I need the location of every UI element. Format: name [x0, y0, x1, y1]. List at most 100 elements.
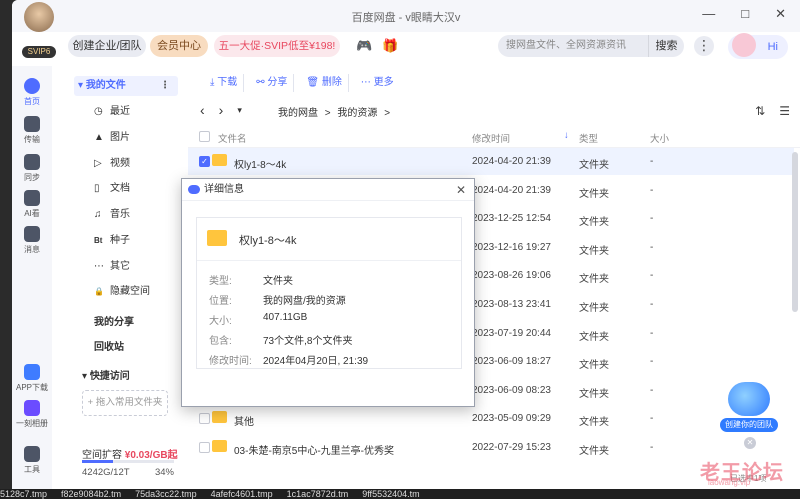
taskbar-item[interactable]: 9ff5532404.tm — [362, 489, 419, 499]
search-button[interactable]: 搜索 — [648, 35, 684, 57]
close-button[interactable]: ✕ — [775, 6, 786, 22]
row-checkbox[interactable] — [199, 413, 210, 425]
row-checkbox[interactable] — [199, 442, 210, 453]
search-placeholder: 搜网盘文件、全网资源资讯 — [506, 40, 626, 51]
taskbar-item[interactable]: 1c1ac7872d.tm — [287, 489, 349, 499]
close-icon[interactable]: ✕ — [456, 179, 466, 201]
create-team-promo[interactable]: 创建你的团队 — [720, 382, 778, 434]
rail-item-message[interactable]: 消息 — [12, 226, 52, 255]
rail-item-app-download[interactable]: APP下载 — [12, 364, 52, 393]
file-time: 2024-04-20 21:39 — [472, 184, 551, 196]
col-time[interactable]: 修改时间 — [472, 131, 510, 145]
headphones-icon: ♫ — [94, 209, 102, 220]
sidebar-item-other[interactable]: ⋯ 其它 — [94, 257, 190, 277]
delete-button[interactable]: 🗑 删除 — [300, 74, 349, 92]
forward-icon[interactable]: › — [219, 102, 224, 118]
detail-key: 包含: — [209, 336, 232, 347]
create-enterprise-button[interactable]: 创建企业/团队 — [68, 35, 146, 57]
sidebar-recycle-bin[interactable]: 回收站 — [94, 338, 124, 353]
gift-icon[interactable]: 🎁 — [382, 38, 398, 54]
taskbar: 5128c7.tmp f82e9084b2.tm 75da3cc22.tmp 4afe… — [0, 489, 800, 499]
breadcrumb-current[interactable]: 我的资源 — [337, 108, 377, 119]
storage-progress-fill — [82, 460, 114, 463]
sidebar-item-hidden-space[interactable]: 🔒 隐藏空间 — [94, 282, 190, 302]
folder-icon — [212, 154, 227, 166]
detail-key: 类型: — [209, 276, 232, 287]
storage-progress — [82, 460, 174, 463]
breadcrumb-sep: > — [324, 108, 331, 119]
sort-icon[interactable]: ⇅ — [755, 104, 765, 118]
history-dropdown-icon[interactable]: ▾ — [237, 105, 242, 116]
row-checkbox[interactable]: ✓ — [199, 156, 210, 167]
file-type: 文件夹 — [579, 417, 609, 429]
detail-key: 位置: — [209, 296, 232, 307]
avatar[interactable] — [24, 2, 54, 32]
file-type: 文件夹 — [579, 331, 609, 343]
rail-item-transfer[interactable]: 传输 — [12, 116, 52, 145]
gamepad-icon[interactable]: 🎮 — [356, 38, 372, 54]
list-view-icon[interactable]: ☰ — [779, 104, 790, 118]
col-name[interactable]: 文件名 — [218, 131, 247, 145]
lock-icon: 🔒 — [94, 287, 104, 296]
breadcrumb-root[interactable]: 我的网盘 — [278, 108, 318, 119]
back-icon[interactable]: ‹ — [200, 102, 205, 118]
share-button[interactable]: ⚯ 分享 — [250, 74, 295, 92]
scrollbar[interactable] — [792, 152, 798, 312]
storage-expand[interactable]: 空间扩容 ¥0.03/GB起 — [82, 446, 178, 461]
col-size[interactable]: 大小 — [650, 131, 669, 145]
rail-label: 传输 — [24, 135, 40, 144]
dialog-title: 详细信息 — [204, 184, 244, 195]
transfer-icon — [24, 116, 40, 132]
sidebar-item-recent[interactable]: ◷ 最近 — [94, 102, 190, 122]
file-time: 2024-04-20 21:39 — [472, 156, 551, 167]
taskbar-item[interactable]: f82e9084b2.tm — [61, 489, 121, 499]
file-type: 文件夹 — [579, 360, 609, 372]
sidebar-quick-access[interactable]: ▾ 快捷访问 — [82, 367, 130, 382]
sidebar-my-share[interactable]: 我的分享 — [94, 313, 134, 328]
sort-desc-icon[interactable]: ↓ — [564, 130, 569, 141]
dialog-file-name: 权ly1-8～4k — [239, 235, 297, 247]
rail-item-sync[interactable]: 同步 — [12, 154, 52, 183]
sidebar-more-icon[interactable]: ⋮ — [160, 76, 170, 96]
rail-item-tools[interactable]: 工具 — [12, 446, 52, 475]
promo-button[interactable]: 五一大促·SVIP低至¥198! — [214, 35, 340, 57]
file-time: 2023-07-19 20:44 — [472, 327, 551, 339]
maximize-button[interactable]: □ — [741, 6, 749, 22]
rail-item-album[interactable]: 一刻相册 — [12, 400, 52, 429]
assistant-button[interactable]: Hi — [728, 33, 788, 59]
rail-item-ai[interactable]: AI看 — [12, 190, 52, 219]
file-size: - — [650, 156, 654, 167]
storage-usage-text: 4242G/12T — [82, 467, 130, 478]
more-button[interactable]: ⋯ 更多 — [355, 74, 400, 92]
promo-close-icon[interactable]: ✕ — [744, 437, 756, 449]
taskbar-item[interactable]: 4afefc4601.tmp — [211, 489, 273, 499]
left-rail: 首页 传输 同步 AI看 消息 APP下载 一刻相册 工具 — [12, 66, 52, 489]
file-type: 文件夹 — [579, 188, 609, 200]
rail-item-home[interactable]: 首页 — [12, 78, 52, 107]
more-menu-icon[interactable]: ⋮ — [694, 36, 714, 56]
create-team-button[interactable]: 创建你的团队 — [720, 418, 778, 432]
detail-value: 73个文件,8个文件夹 — [263, 336, 353, 347]
quick-access-drop-zone[interactable]: + 拖入常用文件夹 — [82, 390, 168, 416]
sidebar-item-music[interactable]: ♫ 音乐 — [94, 205, 190, 225]
taskbar-item[interactable]: 5128c7.tmp — [0, 489, 47, 499]
sidebar-my-files[interactable]: ▾ 我的文件 ⋮ — [74, 76, 178, 96]
col-type[interactable]: 类型 — [579, 131, 598, 145]
download-label: 下载 — [217, 77, 238, 88]
minimize-button[interactable]: — — [702, 6, 715, 22]
table-row[interactable]: 其他 2023-05-09 09:29 文件夹 - — [188, 405, 794, 432]
sidebar-item-docs[interactable]: ▯ 文档 — [94, 179, 190, 199]
sidebar-item-torrent[interactable]: Bt 种子 — [94, 231, 190, 251]
table-row[interactable]: ✓ 权ly1-8～4k 2024-04-20 21:39 文件夹 - — [188, 148, 794, 175]
file-size: - — [650, 442, 654, 453]
download-button[interactable]: ⤓ 下载 — [204, 74, 245, 92]
sidebar-item-label: 视频 — [110, 158, 130, 169]
search-input[interactable]: 搜网盘文件、全网资源资讯 搜索 — [498, 35, 684, 57]
sidebar-item-videos[interactable]: ▷ 视频 — [94, 154, 190, 174]
select-all-checkbox[interactable] — [199, 131, 210, 142]
sidebar-item-images[interactable]: ▲ 图片 — [94, 128, 190, 148]
file-type: 文件夹 — [579, 245, 609, 257]
file-time: 2023-06-09 18:27 — [472, 356, 551, 368]
taskbar-item[interactable]: 75da3cc22.tmp — [135, 489, 197, 499]
vip-center-button[interactable]: 会员中心 — [150, 35, 208, 57]
